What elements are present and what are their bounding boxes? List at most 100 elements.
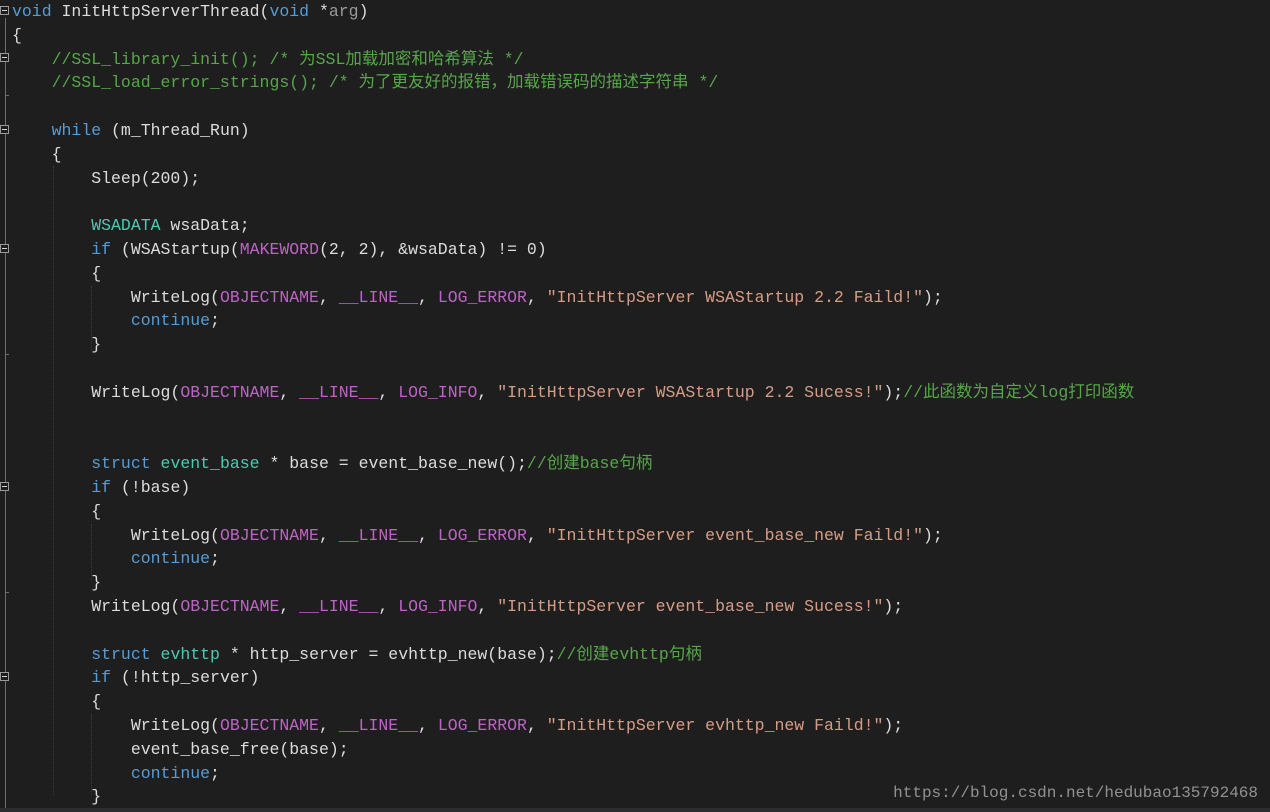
macro-token: LOG_INFO [398, 382, 478, 402]
string-literal-token: "InitHttpServer WSAStartup 2.2 Sucess!" [497, 382, 884, 402]
code-line[interactable]: { [12, 24, 1270, 48]
comment-token: //此函数为自定义log打印函数 [903, 382, 1135, 402]
code-line[interactable] [12, 619, 1270, 643]
code-token: (WSAStartup( [111, 239, 240, 259]
comment-token: //创建base句柄 [526, 454, 653, 474]
code-token: ); [883, 715, 904, 735]
code-token: , [526, 287, 547, 307]
code-line[interactable]: struct evhttp * http_server = evhttp_new… [12, 643, 1270, 667]
code-line[interactable] [12, 357, 1270, 381]
code-line[interactable]: { [12, 690, 1270, 714]
collapse-icon[interactable] [0, 244, 9, 253]
code-token: (2, 2), &wsaData) != 0) [318, 239, 547, 259]
keyword-token: void [12, 2, 52, 21]
code-line[interactable]: if (!http_server) [12, 666, 1270, 690]
code-line[interactable]: { [12, 500, 1270, 524]
code-line[interactable]: WriteLog(OBJECTNAME, __LINE__, LOG_ERROR… [12, 714, 1270, 738]
code-token: (m_Thread_Run) [101, 120, 250, 140]
code-token: , [418, 287, 438, 307]
code-line[interactable]: if (!base) [12, 476, 1270, 500]
macro-token: OBJECTNAME [180, 596, 280, 616]
collapse-icon[interactable] [0, 482, 9, 491]
string-literal-token: "InitHttpServer event_base_new Faild!" [546, 525, 924, 545]
code-line[interactable]: } [12, 333, 1270, 357]
code-editor[interactable]: void InitHttpServerThread(void *arg){ //… [0, 0, 1270, 812]
code-token: WriteLog( [12, 525, 220, 545]
string-literal-token: "InitHttpServer event_base_new Sucess!" [497, 596, 884, 616]
code-token: , [279, 382, 300, 402]
macro-token: __LINE__ [299, 596, 379, 616]
code-line[interactable]: WriteLog(OBJECTNAME, __LINE__, LOG_ERROR… [12, 524, 1270, 548]
code-line[interactable]: struct event_base * base = event_base_ne… [12, 452, 1270, 476]
comment-token: //创建evhttp句柄 [556, 644, 702, 664]
code-token: , [318, 715, 339, 735]
code-token: ); [883, 596, 904, 616]
outline-end-mark [5, 592, 9, 593]
keyword-token: if [91, 477, 112, 497]
code-line[interactable]: while (m_Thread_Run) [12, 119, 1270, 143]
keyword-token: if [91, 239, 112, 259]
code-line[interactable]: continue; [12, 762, 1270, 786]
code-line[interactable]: Sleep(200); [12, 167, 1270, 191]
outlining-margin [0, 0, 12, 812]
code-line[interactable] [12, 405, 1270, 429]
code-line[interactable]: //SSL_library_init(); /* 为SSL加载加密和哈希算法 *… [12, 48, 1270, 72]
code-token: { [12, 144, 62, 164]
code-token: WriteLog( [12, 596, 181, 616]
horizontal-scrollbar[interactable] [0, 808, 1270, 812]
code-token: ; [210, 549, 220, 569]
outline-guide-line [5, 18, 6, 808]
collapse-icon[interactable] [0, 672, 9, 681]
code-line[interactable]: WriteLog(OBJECTNAME, __LINE__, LOG_INFO,… [12, 381, 1270, 405]
code-line[interactable] [12, 428, 1270, 452]
code-line[interactable]: //SSL_load_error_strings(); /* 为了更友好的报错，… [12, 71, 1270, 95]
code-line[interactable]: WriteLog(OBJECTNAME, __LINE__, LOG_INFO,… [12, 595, 1270, 619]
code-line[interactable]: continue; [12, 547, 1270, 571]
code-token: ; [210, 763, 220, 783]
code-token: * [309, 2, 329, 21]
code-line[interactable]: continue; [12, 309, 1270, 333]
code-line[interactable] [12, 95, 1270, 119]
code-line[interactable]: { [12, 143, 1270, 167]
code-token: } [12, 787, 102, 807]
code-token: , [318, 525, 339, 545]
code-token: , [418, 715, 438, 735]
string-literal-token: "InitHttpServer WSAStartup 2.2 Faild!" [546, 287, 924, 307]
keyword-token: void [269, 2, 310, 21]
code-line[interactable]: WSADATA wsaData; [12, 214, 1270, 238]
code-token: { [12, 501, 102, 521]
keyword-token: continue [130, 549, 211, 569]
macro-token: __LINE__ [338, 715, 418, 735]
code-line[interactable]: WriteLog(OBJECTNAME, __LINE__, LOG_ERROR… [12, 286, 1270, 310]
code-token: { [12, 25, 22, 45]
collapse-icon[interactable] [0, 6, 9, 15]
collapse-icon[interactable] [0, 125, 9, 134]
code-token: ; [210, 311, 220, 331]
code-line[interactable]: } [12, 571, 1270, 595]
code-line[interactable]: event_base_free(base); [12, 738, 1270, 762]
macro-token: LOG_ERROR [437, 715, 527, 735]
code-token: , [318, 287, 339, 307]
string-literal-token: "InitHttpServer evhttp_new Faild!" [546, 715, 884, 735]
code-line[interactable]: if (WSAStartup(MAKEWORD(2, 2), &wsaData)… [12, 238, 1270, 262]
macro-token: LOG_ERROR [437, 525, 527, 545]
collapse-icon[interactable] [0, 53, 9, 62]
code-line[interactable]: void InitHttpServerThread(void *arg) [12, 0, 1270, 24]
code-token: * http_server = evhttp_new(base); [219, 644, 557, 664]
code-token: , [279, 596, 300, 616]
code-token: ); [923, 287, 943, 307]
code-token: , [378, 382, 399, 402]
code-line[interactable] [12, 190, 1270, 214]
code-text-area[interactable]: void InitHttpServerThread(void *arg){ //… [12, 0, 1270, 809]
code-token: WriteLog( [12, 715, 220, 735]
code-token: } [12, 335, 102, 355]
code-line[interactable]: { [12, 262, 1270, 286]
